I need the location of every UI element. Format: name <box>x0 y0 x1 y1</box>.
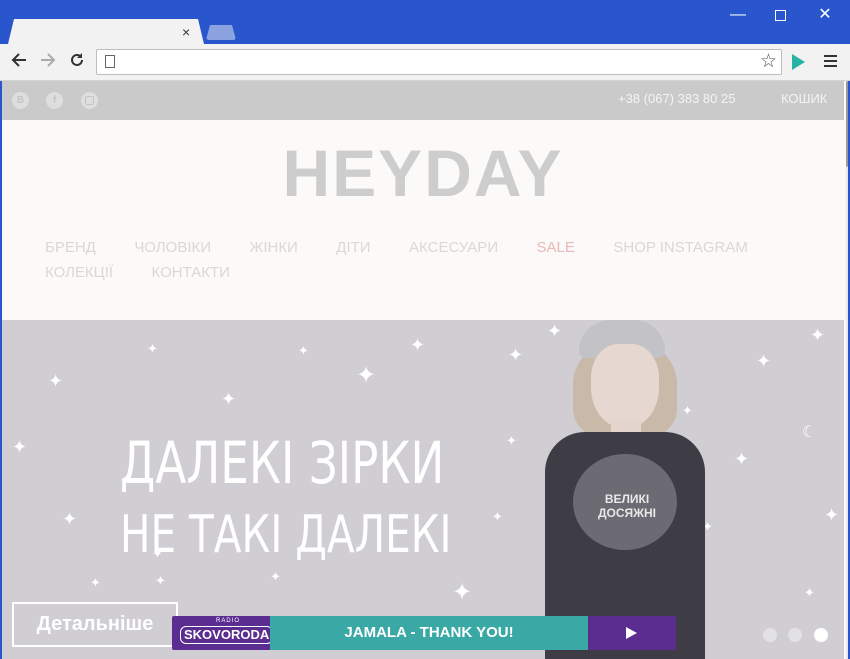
menu-item-contacts[interactable]: КОНТАКТИ <box>152 260 230 285</box>
print-line-2: ДОСЯЖНІ <box>597 506 657 520</box>
menu-item-brand[interactable]: БРЕНД <box>45 235 96 260</box>
model-face <box>591 344 659 428</box>
page-icon <box>105 55 115 68</box>
star-icon: ✦ <box>410 335 426 355</box>
address-bar[interactable]: ☆ <box>96 49 782 75</box>
cart-link[interactable]: КОШИК <box>781 91 827 106</box>
star-icon: ✦ <box>452 579 473 606</box>
menu-item-collections[interactable]: КОЛЕКЦІЇ <box>45 260 113 285</box>
back-icon[interactable] <box>8 51 30 73</box>
slider-dot-3-active[interactable] <box>814 628 828 642</box>
play-button[interactable] <box>588 616 676 650</box>
radio-logo-text: SKOVORODA <box>180 626 274 644</box>
hero-headline: ДАЛЕКІ ЗІРКИ НЕ ТАКІ ДАЛЕКІ <box>120 427 452 571</box>
minimize-button[interactable]: — <box>723 4 753 26</box>
instagram-glyph <box>85 96 94 105</box>
star-icon: ✦ <box>810 325 826 345</box>
menu-item-kids[interactable]: ДІТИ <box>336 235 370 260</box>
star-icon: ✦ <box>90 575 101 590</box>
sweatshirt-print-text: ВЕЛИКІ ДОСЯЖНІ <box>585 492 669 520</box>
menu-item-women[interactable]: ЖІНКИ <box>249 235 297 260</box>
star-icon: ✦ <box>48 371 64 391</box>
star-icon: ✦ <box>221 389 237 409</box>
menu-item-accessories[interactable]: АКСЕСУАРИ <box>409 235 498 260</box>
maximize-button[interactable] <box>765 4 795 26</box>
menu-icon[interactable] <box>824 55 837 70</box>
vk-icon[interactable]: B <box>12 92 29 109</box>
facebook-icon[interactable]: f <box>46 92 63 109</box>
radio-player: RADIO SKOVORODA JAMALA - THANK YOU! <box>172 616 676 650</box>
star-icon: ✦ <box>734 449 750 469</box>
star-icon: ✦ <box>824 505 840 525</box>
back-arrow-svg <box>11 53 26 67</box>
hero-headline-line-2: НЕ ТАКІ ДАЛЕКІ <box>120 505 452 565</box>
play-icon <box>626 627 637 639</box>
main-menu: БРЕНД ЧОЛОВІКИ ЖІНКИ ДІТИ АКСЕСУАРИ SALE… <box>45 235 805 285</box>
site-top-bar: B f +38 (067) 383 80 25 КОШИК <box>2 81 844 120</box>
star-icon: ✦ <box>147 341 158 356</box>
maximize-icon <box>774 10 786 21</box>
tab-close-icon[interactable]: × <box>182 24 190 40</box>
print-line-1: ВЕЛИКІ <box>604 492 650 506</box>
model-photo: ВЕЛИКІ ДОСЯЖНІ <box>545 320 705 659</box>
forward-arrow-svg <box>41 53 56 67</box>
hero-headline-line-1: ДАЛЕКІ ЗІРКИ <box>120 429 445 497</box>
extension-icon[interactable] <box>792 54 805 70</box>
star-icon: ✦ <box>12 437 28 457</box>
title-bar: × — ✕ <box>0 0 850 44</box>
slider-dot-1[interactable] <box>763 628 777 642</box>
browser-tab[interactable] <box>8 19 204 44</box>
star-icon: ✦ <box>756 351 772 371</box>
star-icon: ✦ <box>62 509 78 529</box>
browser-toolbar: ☆ <box>0 44 850 81</box>
star-icon: ✦ <box>804 585 815 600</box>
forward-icon[interactable] <box>37 51 59 73</box>
reload-svg <box>71 53 83 66</box>
radio-logo-small-text: RADIO <box>216 618 241 624</box>
star-icon: ✦ <box>492 509 503 524</box>
phone-number[interactable]: +38 (067) 383 80 25 <box>618 91 735 106</box>
menu-item-men[interactable]: ЧОЛОВІКИ <box>134 235 211 260</box>
star-icon: ✦ <box>356 362 377 389</box>
star-icon: ✦ <box>298 343 309 358</box>
radio-track-title: JAMALA - THANK YOU! <box>270 616 588 650</box>
bookmark-star-icon[interactable]: ☆ <box>760 50 777 74</box>
new-tab-button[interactable] <box>206 25 236 40</box>
reload-icon[interactable] <box>66 51 88 73</box>
moon-icon: ☾ <box>802 424 817 441</box>
radio-skovoroda-logo[interactable]: RADIO SKOVORODA <box>172 616 274 650</box>
site-logo[interactable]: HEYDAY <box>2 133 844 213</box>
details-button[interactable]: Детальніше <box>12 602 178 647</box>
page-scrollbar[interactable] <box>846 81 848 659</box>
close-window-button[interactable]: ✕ <box>810 4 840 26</box>
page-viewport: B f +38 (067) 383 80 25 КОШИК HEYDAY БРЕ… <box>2 81 848 659</box>
menu-item-sale[interactable]: SALE <box>537 235 575 260</box>
star-icon: ✦ <box>155 573 166 588</box>
star-icon: ✦ <box>506 433 517 448</box>
star-icon: ✦ <box>508 345 524 365</box>
hero-slider: ✦ ✦ ✦ ✦ ✦ ✦ ✦ ✦ ✦ ✦ ✦ ☾ ✦ ✦ ✦ ✦ ✦ ✦ ✦ ✦ … <box>2 320 844 659</box>
scrollbar-thumb[interactable] <box>846 81 848 167</box>
menu-item-shop-instagram[interactable]: SHOP INSTAGRAM <box>613 235 747 260</box>
slider-dot-2[interactable] <box>788 628 802 642</box>
instagram-icon[interactable] <box>81 92 98 109</box>
